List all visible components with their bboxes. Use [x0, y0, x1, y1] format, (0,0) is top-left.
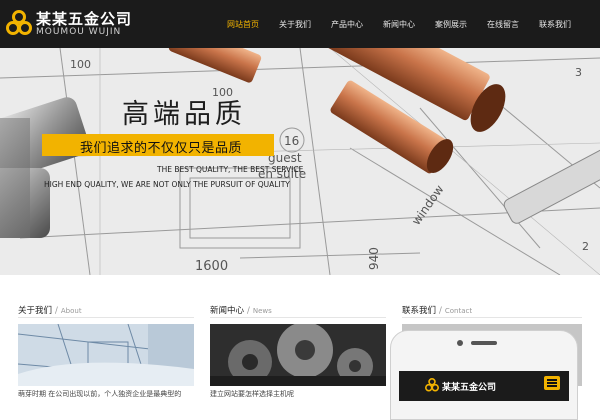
blueprint-image	[18, 324, 194, 386]
phone-camera	[457, 340, 463, 346]
hero-ribbon-text: 我们追求的不仅仅只是品质	[80, 141, 243, 156]
title-divider: /	[439, 306, 442, 316]
title-divider: /	[247, 306, 250, 316]
news-title-cn: 新闻中心	[210, 306, 245, 316]
blueprint-label: 16	[284, 134, 299, 148]
site-header: 某某五金公司 MOUMOU WUJIN 网站首页 关于我们 产品中心 新闻中心 …	[0, 0, 600, 48]
nav-item-message[interactable]: 在线留言	[478, 0, 528, 48]
blueprint-label: 100	[70, 58, 91, 71]
blueprint-label: 3	[575, 66, 582, 79]
section-divider	[210, 317, 386, 318]
logo-subtitle: MOUMOU WUJIN	[36, 27, 122, 37]
menu-icon[interactable]	[544, 376, 560, 390]
site-logo[interactable]: 某某五金公司 MOUMOU WUJIN	[6, 6, 156, 42]
hero-subtitle-2: HIGH END QUALITY, WE ARE NOT ONLY THE PU…	[44, 180, 290, 189]
phone-mockup	[390, 330, 578, 420]
section-divider	[18, 317, 194, 318]
about-section-title[interactable]: 关于我们 / About	[18, 304, 82, 316]
about-title-cn: 关于我们	[18, 306, 53, 316]
phone-logo-title: 某某五金公司	[442, 383, 497, 393]
gears-image	[210, 324, 386, 386]
contact-section-title[interactable]: 联系我们 / Contact	[402, 304, 472, 316]
news-section-title[interactable]: 新闻中心 / News	[210, 304, 272, 316]
hero-title: 高端品质	[122, 99, 246, 130]
blueprint-label: 2	[582, 240, 589, 253]
about-image[interactable]	[18, 324, 194, 386]
main-nav: 网站首页 关于我们 产品中心 新闻中心 案例展示 在线留言 联系我们	[218, 0, 582, 48]
news-title-en: News	[252, 307, 272, 315]
title-divider: /	[55, 306, 58, 316]
nav-item-contact[interactable]: 联系我们	[530, 0, 580, 48]
about-text: 萌芽时期 在公司出现以前，个人独资企业是最典型的	[18, 390, 182, 398]
blueprint-label: 940	[367, 247, 381, 270]
nav-item-cases[interactable]: 案例展示	[426, 0, 476, 48]
section-divider	[402, 317, 582, 318]
nav-item-news[interactable]: 新闻中心	[374, 0, 424, 48]
phone-logo-icon	[425, 378, 439, 392]
contact-title-cn: 联系我们	[402, 306, 437, 316]
nav-item-products[interactable]: 产品中心	[322, 0, 372, 48]
logo-mark-icon	[6, 10, 32, 35]
blueprint-label: 1600	[195, 259, 228, 274]
contact-title-en: Contact	[444, 307, 473, 315]
nav-item-home[interactable]: 网站首页	[218, 0, 268, 48]
news-headline[interactable]: 建立网站要怎样选择主机呢	[210, 389, 294, 399]
about-title-en: About	[60, 307, 82, 315]
hero-subtitle-1: THE BEST QUALITY, THE BEST SERVICE	[157, 165, 304, 174]
nav-item-about[interactable]: 关于我们	[270, 0, 320, 48]
hero-banner[interactable]: 100 100 16 guest en suite window 1600 94…	[0, 48, 600, 275]
news-image[interactable]	[210, 324, 386, 386]
hero-background-image: 100 100 16 guest en suite window 1600 94…	[0, 48, 600, 275]
phone-speaker	[471, 341, 497, 345]
logo-title: 某某五金公司	[36, 10, 133, 28]
